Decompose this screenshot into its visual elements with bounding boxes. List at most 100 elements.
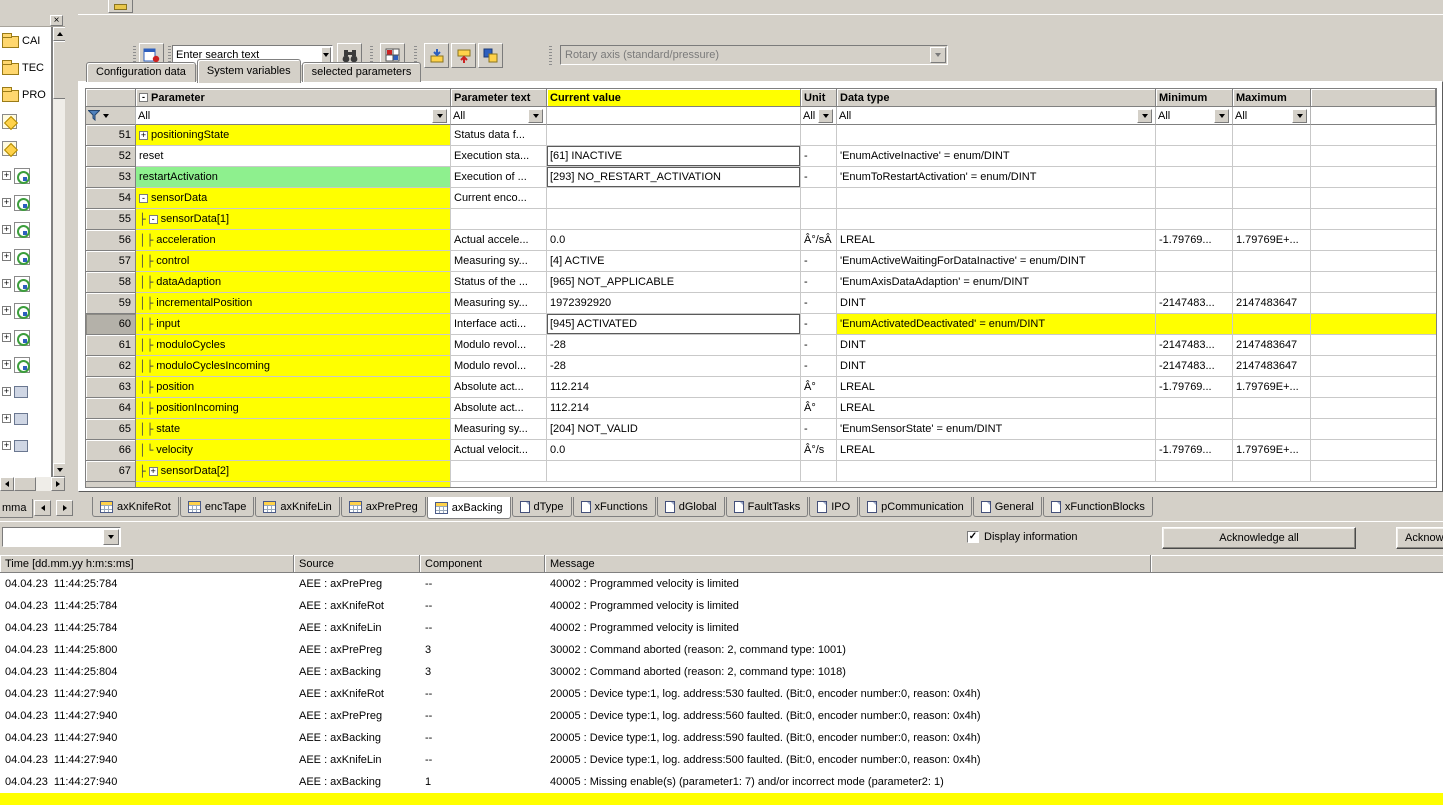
sheet-tab-axbacking[interactable]: axBacking [427, 497, 511, 519]
current-value-cell[interactable]: -28 [547, 356, 801, 377]
param-name-cell[interactable]: restartActivation [136, 167, 451, 188]
row-number-cell[interactable]: 57 [86, 251, 136, 272]
scrollbar-thumb[interactable] [14, 477, 36, 491]
tree-item[interactable]: PRO [0, 81, 51, 108]
expand-toggle[interactable]: + [2, 441, 11, 450]
sheet-tab-fragment[interactable]: mma [0, 499, 33, 518]
sheet-tab-ipo[interactable]: IPO [809, 497, 858, 517]
expand-toggle[interactable]: + [2, 225, 11, 234]
chevron-down-icon[interactable] [818, 109, 833, 123]
checkbox-checked-icon[interactable]: ✓ [967, 531, 979, 543]
alarm-row[interactable]: 04.04.23 11:44:25:800AEE : axPrePreg3300… [0, 639, 1443, 661]
param-name-cell[interactable]: +positioningState [136, 125, 451, 146]
maximum-filter-dropdown[interactable]: All [1233, 107, 1311, 125]
param-name-cell[interactable]: │├position [136, 377, 451, 398]
tree-item[interactable]: + [0, 405, 51, 432]
scrollbar-track[interactable] [36, 477, 51, 491]
tab-system-variables[interactable]: System variables [197, 59, 301, 83]
expand-toggle[interactable]: - [149, 215, 158, 224]
alarm-row[interactable]: 04.04.23 11:44:27:940AEE : axPrePreg--20… [0, 705, 1443, 727]
param-name-cell[interactable]: │└velocity [136, 440, 451, 461]
row-number-cell[interactable]: 62 [86, 356, 136, 377]
message-column-header[interactable]: Message [545, 555, 1151, 573]
unit-column-header[interactable]: Unit [801, 89, 837, 107]
tree-item[interactable]: CAI [0, 27, 51, 54]
filter-funnel-cell[interactable] [86, 107, 136, 125]
parameter-text-column-header[interactable]: Parameter text [451, 89, 547, 107]
current-value-cell[interactable] [547, 125, 801, 146]
parameter-column-header[interactable]: - Parameter [136, 89, 451, 107]
param-name-cell[interactable]: ├+sensorData[2] [136, 461, 451, 482]
expand-toggle[interactable]: + [2, 252, 11, 261]
current-value-cell[interactable]: 0.0 [547, 440, 801, 461]
acknowledge-all-button[interactable]: Acknowledge all [1162, 527, 1356, 549]
current-value-column-header[interactable]: Current value [547, 89, 801, 107]
row-number-cell[interactable]: 64 [86, 398, 136, 419]
row-number-cell[interactable]: 67 [86, 461, 136, 482]
tree-vertical-scrollbar[interactable] [52, 27, 65, 477]
collapse-all-toggle[interactable]: - [139, 93, 148, 102]
unit-filter-dropdown[interactable]: All [801, 107, 837, 125]
row-number-cell[interactable]: 55 [86, 209, 136, 230]
maximum-column-header[interactable]: Maximum [1233, 89, 1311, 107]
param-name-cell[interactable]: │├state [136, 419, 451, 440]
row-number-cell[interactable]: 66 [86, 440, 136, 461]
sheet-tab-pcommunication[interactable]: pCommunication [859, 497, 972, 517]
param-name-cell[interactable]: -sensorData [136, 188, 451, 209]
sheet-tab-dglobal[interactable]: dGlobal [657, 497, 725, 517]
tree-item[interactable]: + [0, 351, 51, 378]
param-name-cell[interactable]: reset [136, 146, 451, 167]
row-number-cell[interactable]: 60 [86, 314, 136, 335]
param-name-cell[interactable]: │├acceleration [136, 230, 451, 251]
current-value-cell[interactable]: [61] INACTIVE [547, 146, 801, 167]
panel-splitter[interactable] [65, 14, 78, 492]
sheet-tab-xfunctions[interactable]: xFunctions [573, 497, 656, 517]
tree-item[interactable]: + [0, 243, 51, 270]
row-number-cell[interactable]: 61 [86, 335, 136, 356]
alarm-row[interactable]: 04.04.23 11:44:25:784AEE : axPrePreg--40… [0, 573, 1443, 595]
tree-item[interactable]: + [0, 189, 51, 216]
component-column-header[interactable]: Component [420, 555, 545, 573]
current-value-cell[interactable]: 112.214 [547, 377, 801, 398]
minimum-filter-dropdown[interactable]: All [1156, 107, 1233, 125]
tree-item[interactable] [0, 108, 51, 135]
expand-toggle[interactable]: + [2, 306, 11, 315]
alarm-row[interactable]: 04.04.23 11:44:25:804AEE : axBacking3300… [0, 661, 1443, 683]
tab-selected-parameters[interactable]: selected parameters [302, 62, 422, 82]
row-number-cell[interactable]: 59 [86, 293, 136, 314]
param-name-cell[interactable]: ├-sensorData[1] [136, 209, 451, 230]
tree-item[interactable]: + [0, 216, 51, 243]
toolbar-button-partial[interactable] [108, 0, 133, 13]
acknowledge-button[interactable]: Acknowledge [1396, 527, 1443, 549]
param-name-cell[interactable]: │├dataAdaption [136, 272, 451, 293]
sheet-tab-dtype[interactable]: dType [512, 497, 572, 517]
current-value-cell[interactable] [547, 461, 801, 482]
tab-configuration-data[interactable]: Configuration data [86, 62, 196, 82]
tree-item[interactable] [0, 135, 51, 162]
alarm-row[interactable]: 04.04.23 11:44:25:784AEE : axKnifeLin--4… [0, 617, 1443, 639]
scroll-right-icon[interactable] [51, 477, 65, 491]
expand-toggle[interactable]: + [149, 467, 158, 476]
sheet-tab-axknifelin[interactable]: axKnifeLin [255, 497, 339, 517]
tree-item[interactable]: + [0, 270, 51, 297]
time-column-header[interactable]: Time [dd.mm.yy h:m:s:ms] [0, 555, 294, 573]
alarm-row[interactable]: 04.04.23 11:44:27:940AEE : axKnifeRot--2… [0, 683, 1443, 705]
row-number-cell[interactable]: 54 [86, 188, 136, 209]
current-value-cell[interactable]: [4] ACTIVE [547, 251, 801, 272]
current-value-cell[interactable]: -28 [547, 335, 801, 356]
sheet-tab-enctape[interactable]: encTape [180, 497, 255, 517]
expand-toggle[interactable]: + [2, 171, 11, 180]
sheet-tab-faulttasks[interactable]: FaultTasks [726, 497, 809, 517]
chevron-down-icon[interactable] [103, 529, 119, 545]
row-number-cell[interactable]: 56 [86, 230, 136, 251]
tree-item[interactable]: + [0, 324, 51, 351]
row-number-cell[interactable]: 53 [86, 167, 136, 188]
parameter-text-filter-dropdown[interactable]: All [451, 107, 547, 125]
chevron-down-icon[interactable] [1292, 109, 1307, 123]
row-number-cell[interactable]: 52 [86, 146, 136, 167]
expand-toggle[interactable]: + [2, 198, 11, 207]
param-name-cell[interactable]: │├moduloCyclesIncoming [136, 356, 451, 377]
alarm-filter-combobox[interactable] [2, 527, 121, 547]
row-number-cell[interactable]: 63 [86, 377, 136, 398]
tree-item[interactable]: + [0, 162, 51, 189]
